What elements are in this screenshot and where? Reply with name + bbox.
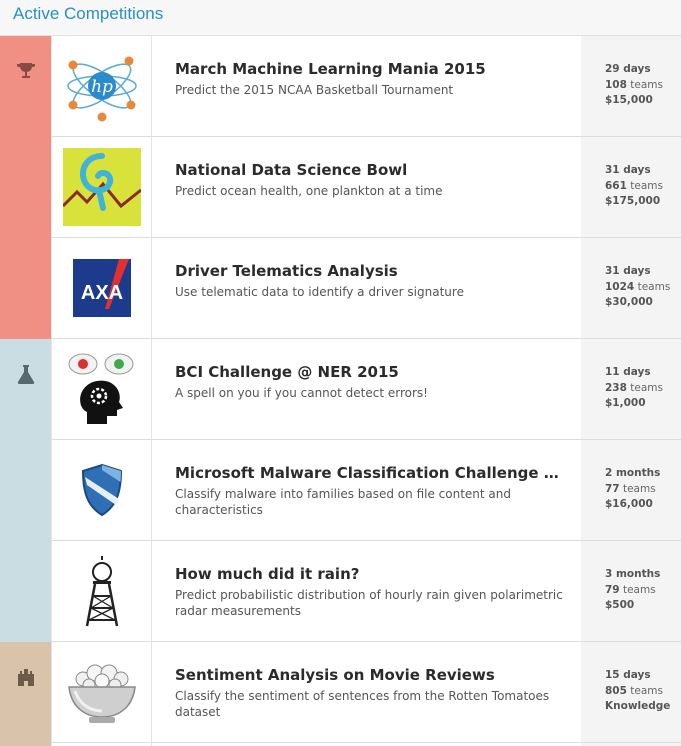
competition-info: National Data Science Bowl Predict ocean… [175, 159, 565, 199]
prize: $30,000 [605, 296, 653, 308]
trophy-icon [17, 63, 35, 78]
competition-stats: 2 months 77 teams $16,000 [581, 440, 681, 540]
competition-stats: 31 days 661 teams $175,000 [581, 137, 681, 237]
competition-row[interactable]: National Data Science Bowl Predict ocean… [0, 137, 681, 238]
team-count: 805 [605, 684, 627, 697]
shield-logo [81, 463, 123, 517]
prize: Knowledge [605, 700, 671, 712]
category-featured [0, 238, 51, 339]
category-research [0, 440, 51, 541]
category-research [0, 339, 51, 440]
teams-label: teams [630, 684, 663, 697]
competition-stats: 11 days 238 teams $1,000 [581, 339, 681, 439]
competition-info: March Machine Learning Mania 2015 Predic… [175, 58, 565, 98]
competition-stats: 31 days 1024 teams $30,000 [581, 238, 681, 338]
category-featured [0, 36, 51, 137]
competition-info: Driver Telematics Analysis Use telematic… [175, 260, 565, 300]
prize: $500 [605, 599, 635, 611]
deadline: 3 months [605, 568, 661, 580]
teams-label: teams [637, 280, 671, 293]
competition-row[interactable]: How much did it rain? Predict probabilis… [0, 541, 681, 642]
competition-info: BCI Challenge @ NER 2015 A spell on you … [175, 361, 565, 401]
competition-row[interactable]: hp March Machine Learning Mania 2015 Pre… [0, 36, 681, 137]
competition-row[interactable]: AXA Driver Telematics Analysis Use telem… [0, 238, 681, 339]
category-featured [0, 137, 51, 238]
ocean-swirl-logo [63, 148, 141, 226]
competition-title[interactable]: How much did it rain? [175, 563, 565, 585]
competition-thumbnail[interactable] [51, 440, 152, 540]
competition-thumbnail[interactable] [51, 339, 152, 439]
deadline: 31 days [605, 265, 651, 277]
axa-logo: AXA [73, 259, 131, 317]
popcorn-bowl-logo [68, 664, 136, 723]
teams-label: teams [630, 179, 663, 192]
competition-title[interactable]: National Data Science Bowl [175, 159, 565, 181]
competition-thumbnail[interactable] [51, 137, 152, 237]
competition-title[interactable]: BCI Challenge @ NER 2015 [175, 361, 565, 383]
team-count: 79 [605, 583, 620, 596]
hp-atom-basketball-logo: hp [67, 56, 137, 122]
castle-icon [18, 669, 34, 686]
deadline: 11 days [605, 366, 651, 378]
deadline: 29 days [605, 63, 651, 75]
competition-description: Classify malware into families based on … [175, 487, 511, 517]
competition-row[interactable]: BCI Challenge @ NER 2015 A spell on you … [0, 339, 681, 440]
competition-stats: 3 months 79 teams $500 [581, 541, 681, 641]
svg-text:hp: hp [91, 77, 113, 97]
team-count: 238 [605, 381, 627, 394]
teams-label: teams [622, 583, 656, 596]
brain-head-logo [68, 353, 134, 424]
competition-thumbnail[interactable]: AXA [51, 238, 152, 338]
competition-info: Microsoft Malware Classification Challen… [175, 462, 565, 518]
prize: $16,000 [605, 498, 653, 510]
team-count: 661 [605, 179, 627, 192]
competition-thumbnail[interactable]: hp [51, 36, 152, 136]
competition-info: How much did it rain? Predict probabilis… [175, 563, 565, 619]
competition-description: Use telematic data to identify a driver … [175, 285, 464, 299]
section-title[interactable]: Active Competitions [13, 4, 163, 24]
category-playground [0, 642, 51, 743]
competition-title[interactable]: March Machine Learning Mania 2015 [175, 58, 565, 80]
axa-logo-text: AXA [81, 282, 123, 304]
competition-thumbnail[interactable] [51, 642, 152, 742]
teams-label: teams [630, 381, 663, 394]
deadline: 2 months [605, 467, 661, 479]
team-count: 1024 [605, 280, 635, 293]
team-count: 108 [605, 78, 627, 91]
competition-description: Predict ocean health, one plankton at a … [175, 184, 443, 198]
prize: $15,000 [605, 94, 653, 106]
prize: $1,000 [605, 397, 646, 409]
competition-description: Classify the sentiment of sentences from… [175, 689, 550, 719]
competition-description: Predict probabilistic distribution of ho… [175, 588, 563, 618]
competition-info: Sentiment Analysis on Movie Reviews Clas… [175, 664, 565, 720]
competition-description: Predict the 2015 NCAA Basketball Tournam… [175, 83, 454, 97]
competition-description: A spell on you if you cannot detect erro… [175, 386, 428, 400]
teams-label: teams [630, 78, 663, 91]
competition-row[interactable]: Microsoft Malware Classification Challen… [0, 440, 681, 541]
deadline: 31 days [605, 164, 651, 176]
team-count: 77 [605, 482, 620, 495]
competition-title[interactable]: Microsoft Malware Classification Challen… [175, 462, 565, 484]
deadline: 15 days [605, 669, 651, 681]
competition-stats: 29 days 108 teams $15,000 [581, 36, 681, 136]
competition-title[interactable]: Driver Telematics Analysis [175, 260, 565, 282]
competition-thumbnail[interactable] [51, 541, 152, 641]
category-research [0, 541, 51, 642]
competition-row[interactable]: Sentiment Analysis on Movie Reviews Clas… [0, 642, 681, 743]
teams-label: teams [622, 482, 656, 495]
radar-tower-logo [85, 556, 119, 627]
competition-stats: 15 days 805 teams Knowledge [581, 642, 681, 742]
flask-icon [17, 365, 35, 384]
section-header: Active Competitions [0, 0, 681, 36]
competition-title[interactable]: Sentiment Analysis on Movie Reviews [175, 664, 565, 686]
prize: $175,000 [605, 195, 661, 207]
